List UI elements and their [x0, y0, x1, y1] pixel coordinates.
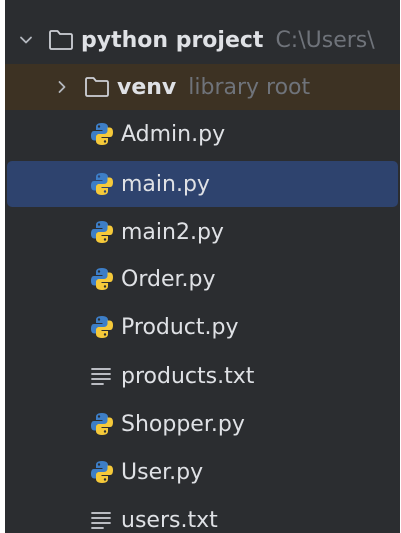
text-file-icon — [89, 507, 115, 533]
python-file-icon — [89, 171, 115, 197]
tree-row-file[interactable]: Product.py — [5, 304, 400, 350]
tree-row-file[interactable]: main2.py — [5, 209, 400, 255]
file-name: Shopper.py — [121, 411, 245, 437]
python-file-icon — [89, 459, 115, 485]
tree-row-file[interactable]: User.py — [5, 449, 400, 495]
file-name: users.txt — [121, 507, 218, 533]
tree-row-file[interactable]: Admin.py — [5, 111, 400, 157]
chevron-down-icon[interactable] — [19, 33, 33, 47]
python-file-icon — [89, 219, 115, 245]
text-file-icon — [89, 363, 115, 389]
file-name: main2.py — [121, 219, 224, 245]
folder-icon — [83, 76, 111, 98]
folder-icon — [47, 29, 75, 51]
python-file-icon — [89, 121, 115, 147]
file-name: User.py — [121, 459, 204, 485]
tree-row-file-selected[interactable]: main.py — [7, 161, 398, 207]
tree-row-file[interactable]: users.txt — [5, 497, 400, 533]
file-name: Order.py — [121, 266, 216, 292]
tree-row-file[interactable]: products.txt — [5, 353, 400, 399]
project-root-name: python project — [81, 27, 264, 53]
project-tree-panel: python project C:\Users\ venv library ro… — [5, 0, 400, 533]
chevron-right-icon[interactable] — [55, 80, 69, 94]
python-file-icon — [89, 314, 115, 340]
python-file-icon — [89, 411, 115, 437]
file-name: main.py — [121, 171, 210, 197]
tree-row-venv[interactable]: venv library root — [5, 64, 400, 110]
file-name: products.txt — [121, 363, 255, 389]
file-name: Admin.py — [121, 121, 226, 147]
tree-row-project-root[interactable]: python project C:\Users\ — [5, 17, 400, 63]
venv-folder-name: venv — [117, 74, 177, 100]
python-file-icon — [89, 266, 115, 292]
tree-row-file[interactable]: Shopper.py — [5, 401, 400, 447]
tree-row-file[interactable]: Order.py — [5, 256, 400, 302]
venv-library-root-hint: library root — [188, 74, 311, 100]
file-name: Product.py — [121, 314, 239, 340]
project-root-path: C:\Users\ — [275, 27, 375, 53]
